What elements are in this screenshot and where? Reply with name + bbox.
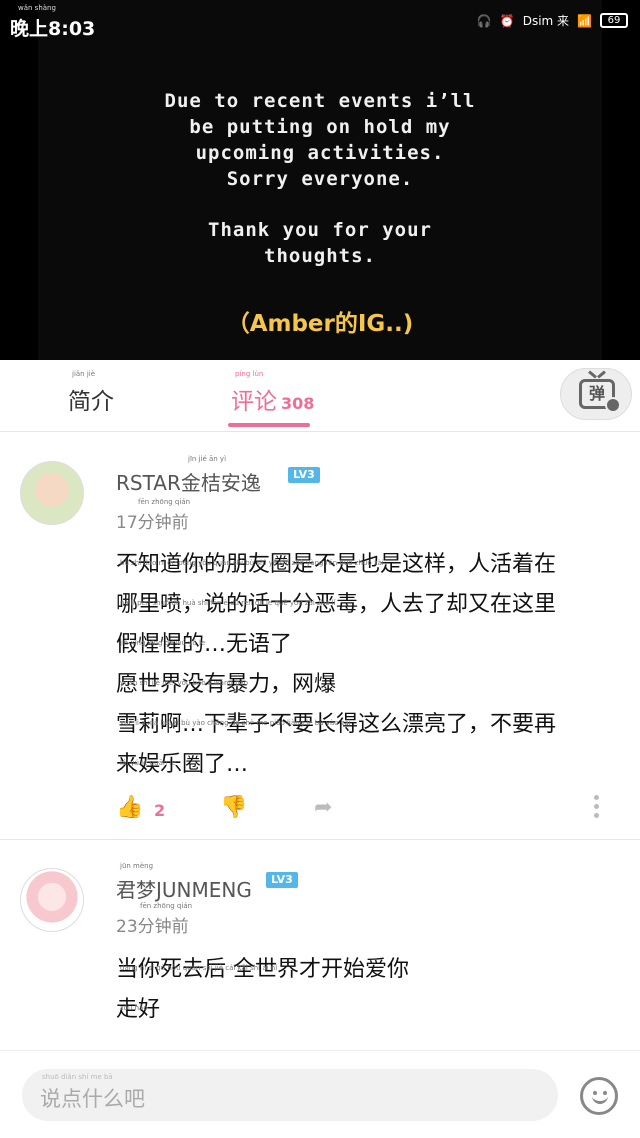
placeholder-ruby: shuō diǎn shí me bā (42, 1073, 113, 1081)
like-count: 2 (154, 801, 166, 820)
avatar[interactable] (20, 868, 84, 932)
status-bar: wǎn shàng 晚上8:03 🎧 ⏰ Dsim 来 📶 69 (0, 0, 640, 50)
comment-line: nǎ lǐ pēn shuō de huà shí fēn è dú rén q… (116, 585, 620, 625)
video-text-line: be putting on hold my (189, 116, 451, 138)
video-text-line: Sorry everyone. (226, 168, 414, 190)
comment-line: bù zhī dào nǐ de péng yǒu quān shì bù sh… (116, 545, 620, 585)
comment-input[interactable]: shuō diǎn shí me bā 说点什么吧 (22, 1069, 558, 1121)
comment-line-ruby: xuě lì ā xià bèi zǐ bù yào cháng de zhè … (120, 719, 351, 727)
comment-line: xuě lì ā xià bèi zǐ bù yào cháng de zhè … (116, 705, 620, 745)
video-caption: （Amber的IG..) (226, 311, 414, 337)
headphones-icon: 🎧 (476, 13, 492, 28)
danmaku-off-icon (605, 397, 621, 413)
comment-input-bar: shuō diǎn shí me bā 说点什么吧 (0, 1050, 640, 1138)
carrier-label: Dsim 来 (522, 14, 570, 28)
comment-line-ruby: lái yú lè quān le (120, 759, 176, 767)
video-text-line: thoughts. (264, 245, 376, 267)
status-time-ruby: wǎn shàng (18, 4, 56, 12)
tab-intro[interactable]: jiǎn jiè 简介 (68, 370, 114, 416)
comment-username[interactable]: jīn jié ān yì RSTAR金桔安逸 (116, 455, 261, 496)
tab-bar: jiǎn jiè 简介 píng lùn 评论 308 弹 (0, 360, 640, 432)
wifi-icon: 📶 (577, 13, 592, 28)
status-time: wǎn shàng 晚上8:03 (10, 4, 96, 40)
comment-divider (0, 839, 640, 840)
username-ruby: jūn mèng (120, 862, 154, 870)
comment-body: dāng nǐ sǐ qù hòu quán shì jiè cái kāi s… (116, 950, 620, 1030)
comment-count: 308 (281, 394, 315, 413)
status-icons: 🎧 ⏰ Dsim 来 📶 69 (477, 12, 628, 29)
tab-intro-ruby: jiǎn jiè (72, 370, 96, 378)
comment-line-ruby: yuàn shì jiè méi yǒu bào lì wǎng bào (120, 679, 249, 687)
comment-line-ruby: bù zhī dào nǐ de péng yǒu quān shì bù sh… (120, 559, 384, 567)
more-options-icon[interactable] (594, 795, 600, 822)
comment-body: bù zhī dào nǐ de péng yǒu quān shì bù sh… (116, 545, 620, 785)
emoji-icon[interactable] (580, 1077, 618, 1115)
level-badge: LV3 (288, 467, 320, 483)
comment-line-ruby: zǒu hǎo (120, 1004, 148, 1012)
comment-time: fēn zhōng qián 17分钟前 (116, 498, 191, 533)
video-text-line: Thank you for your (208, 219, 432, 241)
comment-input-placeholder: 说点什么吧 (40, 1087, 145, 1111)
time-ruby: fēn zhōng qián (140, 902, 193, 910)
comment-username[interactable]: jūn mèng 君梦JUNMENG (116, 862, 252, 903)
comment-actions: 👍 2 👎 ➦ (116, 795, 616, 825)
danmaku-toggle-button[interactable]: 弹 (560, 368, 632, 420)
tab-comments[interactable]: píng lùn 评论 308 (231, 370, 315, 416)
battery-icon: 69 (600, 13, 628, 28)
video-text-line: upcoming activities. (195, 142, 445, 164)
comment-line: lái yú lè quān le 来娱乐圈了… (116, 745, 620, 785)
alarm-icon: ⏰ (499, 13, 515, 28)
time-ruby: fēn zhōng qián (138, 498, 191, 506)
dislike-icon[interactable]: 👎 (220, 795, 247, 820)
like-icon[interactable]: 👍 (116, 795, 143, 820)
level-badge: LV3 (266, 872, 298, 888)
active-tab-indicator (228, 423, 310, 427)
username-ruby: jīn jié ān yì (188, 455, 227, 463)
video-player[interactable]: wǎn shàng 晚上8:03 🎧 ⏰ Dsim 来 📶 69 Due to … (0, 0, 640, 360)
comment-line-ruby: nǎ lǐ pēn shuō de huà shí fēn è dú rén q… (120, 599, 336, 607)
tab-comments-label: 评论 (231, 389, 277, 415)
comment-line: dāng nǐ sǐ qù hòu quán shì jiè cái kāi s… (116, 950, 620, 990)
avatar[interactable] (20, 461, 84, 525)
tab-comments-ruby: píng lùn (235, 370, 264, 378)
comment-line: zǒu hǎo 走好 (116, 990, 620, 1030)
comment-line-ruby: jiǎ xīng xīng de wú yǔ le (120, 639, 206, 647)
tab-intro-label: 简介 (68, 389, 114, 415)
video-text-line: Due to recent events i’ll (164, 90, 476, 112)
comment-line-ruby: dāng nǐ sǐ qù hòu quán shì jiè cái kāi s… (120, 964, 278, 972)
comment-line: jiǎ xīng xīng de wú yǔ le 假惺惺的…无语了 (116, 625, 620, 665)
comment-line: yuàn shì jiè méi yǒu bào lì wǎng bào 愿世界没… (116, 665, 620, 705)
share-icon[interactable]: ➦ (314, 795, 332, 820)
comment-time: fēn zhōng qián 23分钟前 (116, 902, 193, 937)
